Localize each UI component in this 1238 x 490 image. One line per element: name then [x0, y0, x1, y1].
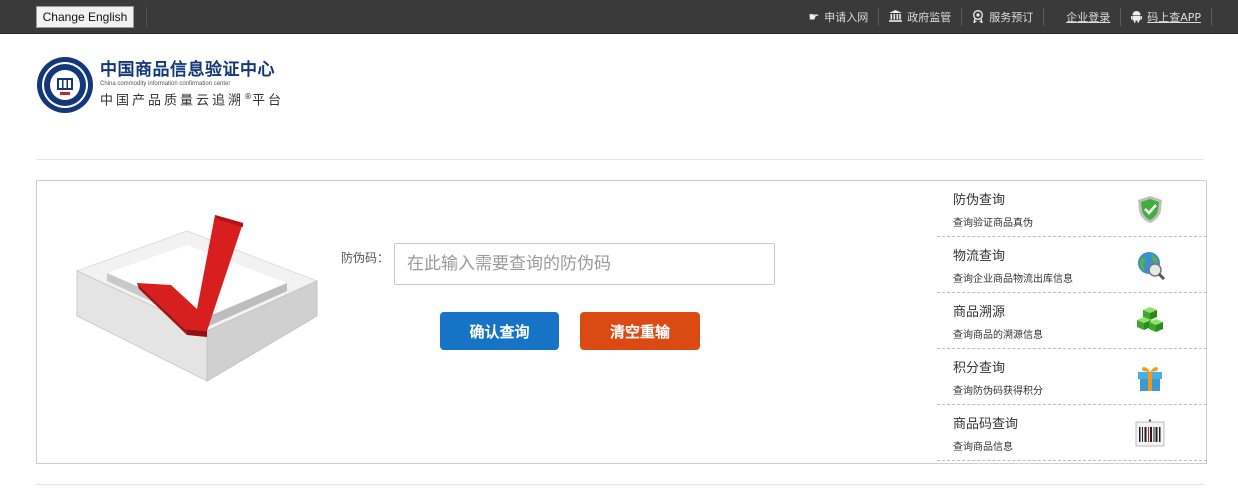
- logo-title: 中国商品信息验证中心: [100, 59, 275, 80]
- nav-label: 政府监管: [907, 11, 952, 24]
- change-language-button[interactable]: Change English: [36, 6, 134, 28]
- badge-icon: [972, 9, 984, 25]
- cubes-icon: [1137, 307, 1163, 332]
- shield-check-icon: [1138, 196, 1162, 223]
- nav-label: 申请入网: [824, 11, 869, 24]
- service-title: 积分查询: [953, 361, 1006, 376]
- service-item-product-code[interactable]: 商品码查询 查询商品信息: [937, 405, 1207, 461]
- divider: [146, 7, 147, 27]
- service-list: 防伪查询 查询验证商品真伪 物流查询 查询企业商品物流出库信息 商品溯源 查询商…: [937, 181, 1207, 465]
- anti-counterfeit-code-input[interactable]: [394, 243, 775, 285]
- divider: [36, 159, 1204, 160]
- nav-government[interactable]: 政府监管: [879, 8, 963, 26]
- nav-label: 企业登录: [1066, 11, 1111, 24]
- anti-counterfeit-label: 防伪码：: [341, 251, 390, 265]
- service-title: 商品溯源: [953, 305, 1006, 320]
- gift-icon: [1138, 366, 1162, 391]
- service-title: 物流查询: [953, 249, 1006, 264]
- confirm-query-button[interactable]: 确认查询: [440, 312, 559, 350]
- service-item-points[interactable]: 积分查询 查询防伪码获得积分: [937, 349, 1207, 405]
- top-bar: Change English ☛ 申请入网 政府监管 服务预订 企业登录 码上查…: [0, 0, 1238, 34]
- government-building-icon: [889, 10, 903, 24]
- clear-input-button[interactable]: 清空重输: [580, 312, 700, 350]
- globe-search-icon: [1138, 252, 1165, 280]
- logo-emblem-icon: [37, 57, 93, 113]
- nav-app-download[interactable]: 码上查APP: [1120, 8, 1212, 26]
- service-title: 防伪查询: [953, 193, 1006, 208]
- service-item-traceability[interactable]: 商品溯源 查询商品的溯源信息: [937, 293, 1207, 349]
- service-desc: 查询商品的溯源信息: [953, 330, 1043, 341]
- checkmark-illustration: [75, 215, 319, 382]
- divider: [36, 484, 1204, 485]
- service-title: 商品码查询: [953, 417, 1019, 432]
- service-desc: 查询企业商品物流出库信息: [953, 274, 1073, 285]
- site-logo[interactable]: 中国商品信息验证中心 China commodity information c…: [36, 56, 284, 114]
- service-desc: 查询商品信息: [953, 442, 1013, 453]
- nav-enterprise-login[interactable]: 企业登录: [1044, 8, 1120, 26]
- query-panel: 防伪码： 确认查询 清空重输 防伪查询 查询验证商品真伪 物流查询 查询企业商品…: [36, 180, 1207, 464]
- logo-subtitle: 中国产品质量云追溯®平台: [100, 91, 285, 109]
- nav-label: 服务预订: [989, 11, 1034, 24]
- service-desc: 查询验证商品真伪: [953, 218, 1033, 229]
- android-icon: [1131, 10, 1143, 25]
- top-nav: ☛ 申请入网 政府监管 服务预订 企业登录 码上查APP: [798, 0, 1212, 34]
- nav-apply-network[interactable]: ☛ 申请入网: [798, 8, 880, 26]
- nav-service-booking[interactable]: 服务预订: [962, 8, 1045, 26]
- hand-point-icon: ☛: [808, 10, 820, 24]
- service-item-logistics[interactable]: 物流查询 查询企业商品物流出库信息: [937, 237, 1207, 293]
- barcode-icon: [1135, 419, 1165, 447]
- nav-label: 码上查APP: [1147, 11, 1201, 24]
- logo-english-title: China commodity information confirmation…: [100, 80, 231, 87]
- logo-text: 中国商品信息验证中心 China commodity information c…: [100, 60, 284, 110]
- service-item-anti-counterfeit[interactable]: 防伪查询 查询验证商品真伪: [937, 181, 1207, 237]
- service-desc: 查询防伪码获得积分: [953, 386, 1043, 397]
